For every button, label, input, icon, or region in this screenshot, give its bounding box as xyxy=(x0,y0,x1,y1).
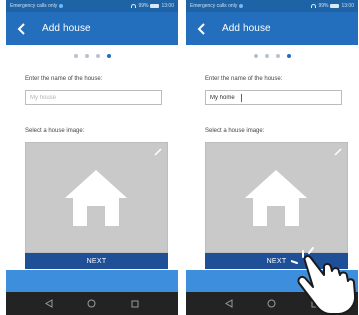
step-dot xyxy=(275,54,280,58)
pencil-icon[interactable] xyxy=(333,147,343,157)
app-notification-icon xyxy=(59,4,64,8)
step-dot xyxy=(264,54,269,58)
house-image-label: Select a house image: xyxy=(25,128,85,134)
app-notification-icon xyxy=(239,4,244,8)
house-name-input[interactable] xyxy=(205,90,342,105)
step-dot-active xyxy=(286,54,291,58)
house-name-input[interactable] xyxy=(25,90,162,105)
status-bar: Emergency calls only 99% 13:00 xyxy=(186,0,358,12)
status-carrier-text: Emergency calls only xyxy=(10,3,58,9)
battery-icon xyxy=(330,4,340,8)
app-bar: Add house xyxy=(186,12,358,45)
step-dot xyxy=(73,54,78,58)
pencil-icon[interactable] xyxy=(153,147,163,157)
circle-home-icon[interactable] xyxy=(87,299,97,309)
house-name-label: Enter the name of the house: xyxy=(25,76,103,82)
triangle-back-icon[interactable] xyxy=(224,299,234,309)
status-bar: Emergency calls only 99% 13:00 xyxy=(6,0,178,12)
system-nav-bar xyxy=(6,292,178,315)
square-recent-icon[interactable] xyxy=(130,299,140,309)
triangle-back-icon[interactable] xyxy=(44,299,54,309)
wifi-icon xyxy=(131,4,137,8)
step-indicator xyxy=(186,54,358,58)
phone-screen-before: Emergency calls only 99% 13:00 Add house… xyxy=(6,0,178,315)
step-dot xyxy=(84,54,89,58)
house-image-label: Select a house image: xyxy=(205,128,265,134)
page-title: Add house xyxy=(42,23,91,34)
step-dot xyxy=(95,54,100,58)
step-dot-active xyxy=(106,54,111,58)
wifi-icon xyxy=(311,4,317,8)
house-image-picker[interactable] xyxy=(205,142,348,253)
step-dot xyxy=(253,54,258,58)
text-cursor xyxy=(241,94,242,102)
battery-percent: 99% xyxy=(138,3,149,9)
battery-icon xyxy=(150,4,160,8)
back-arrow-icon[interactable] xyxy=(195,22,208,35)
bottom-band xyxy=(6,270,178,292)
status-time: 13:00 xyxy=(161,3,174,9)
back-arrow-icon[interactable] xyxy=(15,22,28,35)
step-indicator xyxy=(6,54,178,58)
house-icon xyxy=(245,170,307,226)
status-carrier-text: Emergency calls only xyxy=(190,3,238,9)
next-button[interactable]: NEXT xyxy=(25,253,168,269)
tap-hand-icon xyxy=(291,247,357,315)
circle-home-icon[interactable] xyxy=(267,299,277,309)
status-time: 13:00 xyxy=(341,3,354,9)
page-title: Add house xyxy=(222,23,271,34)
house-icon xyxy=(65,170,127,226)
battery-percent: 99% xyxy=(318,3,329,9)
app-bar: Add house xyxy=(6,12,178,45)
house-name-label: Enter the name of the house: xyxy=(205,76,283,82)
house-image-picker[interactable] xyxy=(25,142,168,253)
